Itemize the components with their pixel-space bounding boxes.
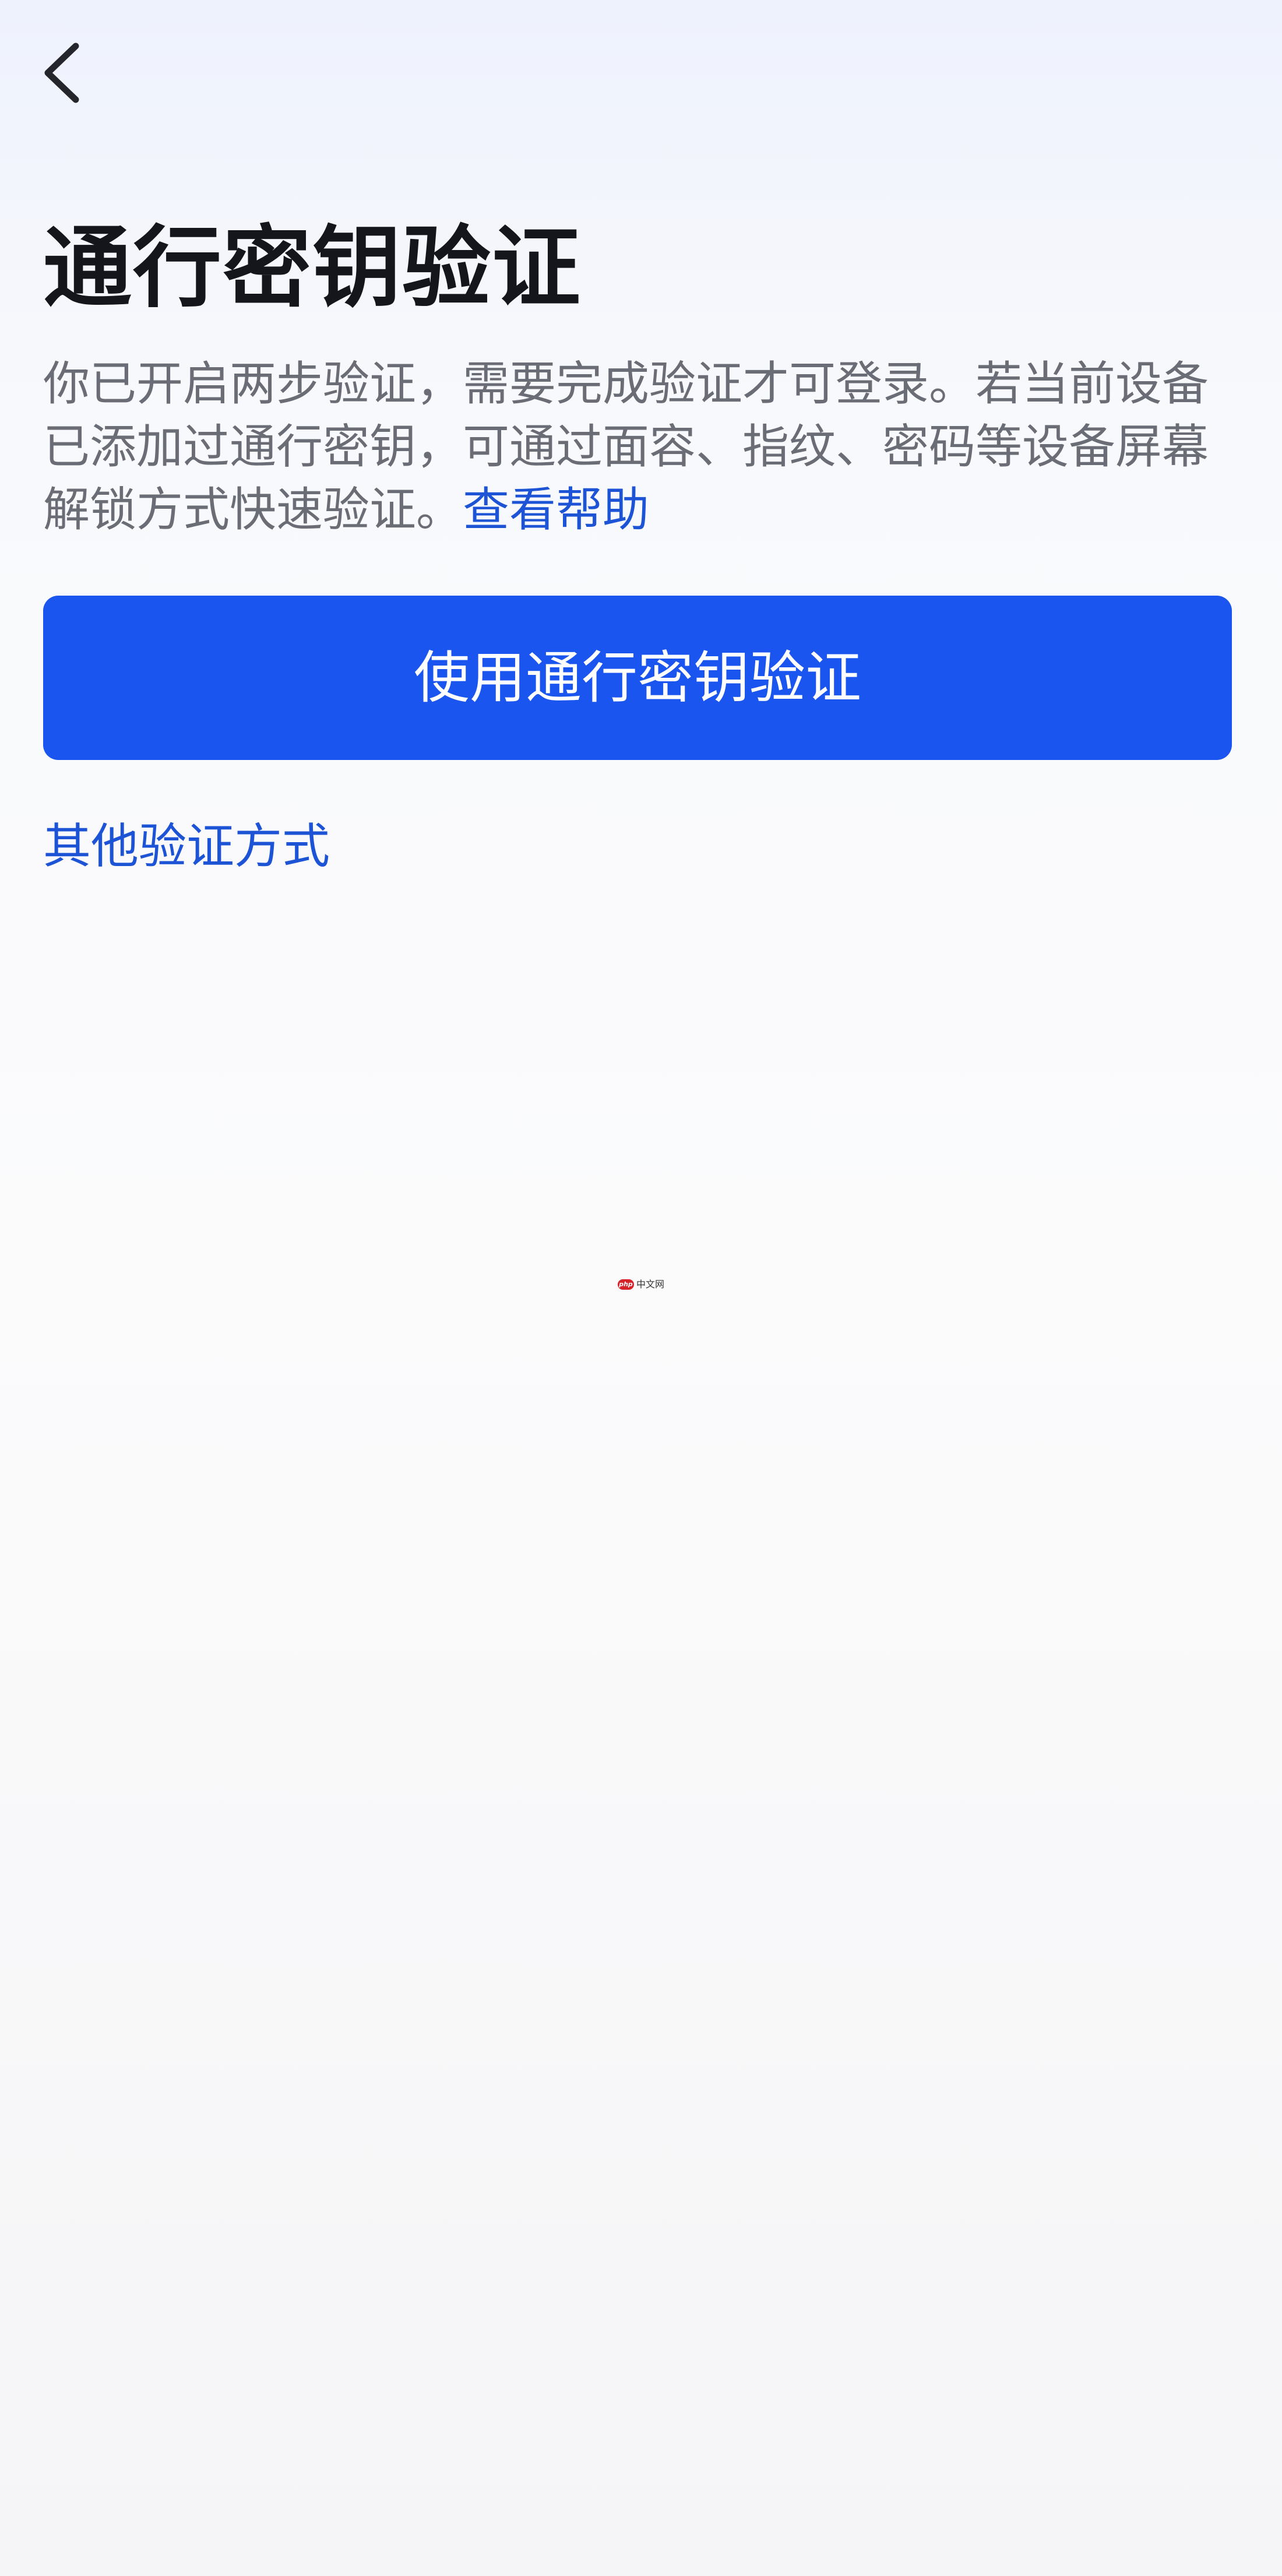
description-text: 你已开启两步验证，需要完成验证才可登录。若当前设备已添加过通行密钥，可通过面容、… bbox=[43, 353, 1238, 541]
chevron-left-icon bbox=[44, 43, 79, 103]
passkey-verification-screen: 通行密钥验证 你已开启两步验证，需要完成验证才可登录。若当前设备已添加过通行密钥… bbox=[0, 0, 1282, 2576]
help-link[interactable]: 查看帮助 bbox=[463, 483, 649, 537]
use-passkey-button[interactable]: 使用通行密钥验证 bbox=[43, 596, 1232, 760]
watermark-logo: php bbox=[618, 1279, 634, 1290]
other-verification-methods-link[interactable]: 其他验证方式 bbox=[43, 815, 330, 879]
page-title: 通行密钥验证 bbox=[43, 216, 582, 319]
watermark: php 中文网 bbox=[618, 1279, 664, 1290]
back-button[interactable] bbox=[35, 29, 122, 117]
watermark-text: 中文网 bbox=[636, 1279, 665, 1290]
